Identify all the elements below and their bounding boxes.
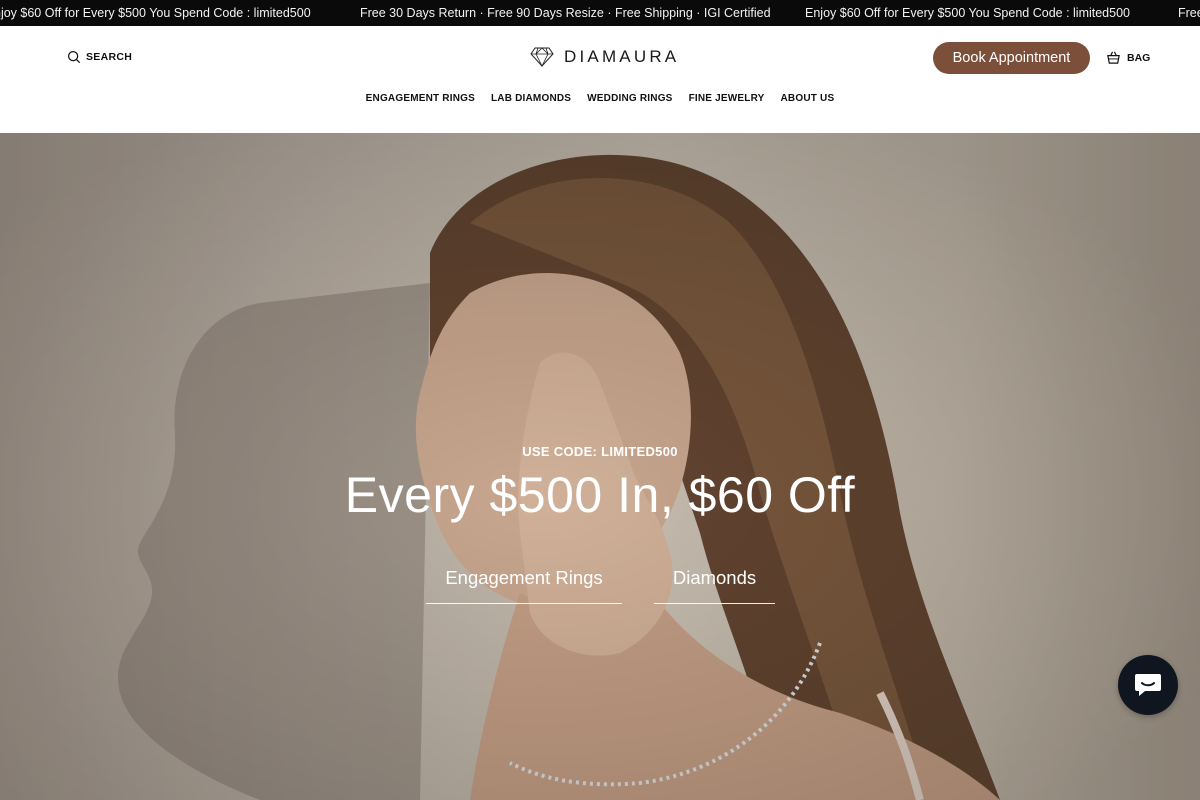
book-appointment-button[interactable]: Book Appointment <box>933 42 1090 74</box>
search-icon <box>67 50 81 64</box>
logo[interactable]: DIAMAURA <box>530 47 679 67</box>
bag-button[interactable]: BAG <box>1106 50 1150 65</box>
search-label: SEARCH <box>86 51 133 63</box>
search-button[interactable]: SEARCH <box>67 50 132 64</box>
main-nav: ENGAGEMENT RINGS LAB DIAMONDS WEDDING RI… <box>0 93 1200 104</box>
bag-label: BAG <box>1127 51 1151 64</box>
engagement-rings-link[interactable]: Engagement Rings <box>426 567 622 604</box>
basket-icon <box>1107 51 1120 64</box>
hero-headline: Every $500 In, $60 Off <box>344 467 856 523</box>
nav-item-fine-jewelry[interactable]: FINE JEWELRY <box>689 93 765 104</box>
announcement-message: Free <box>1178 6 1200 20</box>
diamond-icon <box>530 47 554 67</box>
announcement-message: Free 30 Days Return · Free 90 Days Resiz… <box>360 6 771 20</box>
announcement-bar: njoy $60 Off for Every $500 You Spend Co… <box>0 0 1200 26</box>
announcement-message: Enjoy $60 Off for Every $500 You Spend C… <box>805 6 1130 20</box>
nav-item-lab-diamonds[interactable]: LAB DIAMONDS <box>491 93 571 104</box>
site-header: SEARCH DIAMAURA Book Appointment BAG ENG… <box>0 26 1200 133</box>
hero-banner: USE CODE: LIMITED500 Every $500 In, $60 … <box>0 133 1200 800</box>
nav-item-engagement-rings[interactable]: ENGAGEMENT RINGS <box>366 93 475 104</box>
nav-item-about-us[interactable]: ABOUT US <box>781 93 835 104</box>
chat-icon <box>1135 674 1161 696</box>
nav-item-wedding-rings[interactable]: WEDDING RINGS <box>587 93 672 104</box>
promo-code-label: USE CODE: LIMITED500 <box>522 444 678 459</box>
chat-button[interactable] <box>1118 655 1178 715</box>
announcement-message: njoy $60 Off for Every $500 You Spend Co… <box>0 6 311 20</box>
diamonds-link[interactable]: Diamonds <box>654 567 775 604</box>
logo-text: DIAMAURA <box>564 47 680 66</box>
